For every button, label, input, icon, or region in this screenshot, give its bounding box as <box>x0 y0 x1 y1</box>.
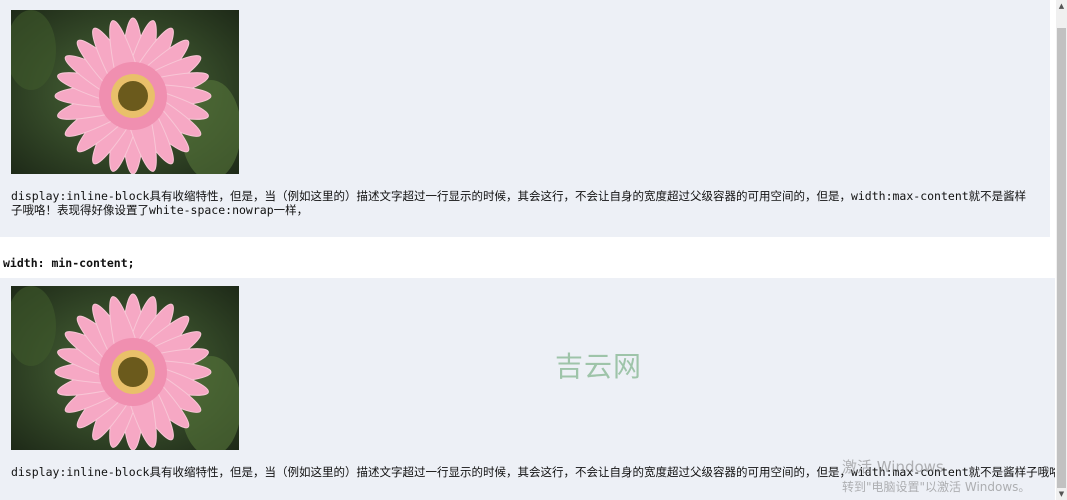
activation-title: 激活 Windows <box>842 458 944 476</box>
windows-activation-notice: 激活 Windows 转到"电脑设置"以激活 Windows。 <box>842 456 1030 495</box>
flower-image <box>11 10 239 174</box>
flower-illustration <box>11 286 239 450</box>
scroll-up-arrow-icon[interactable]: ▲ <box>1056 0 1067 12</box>
demo-box-max-content: display:inline-block具有收缩特性，但是，当（例如这里的）描述… <box>0 0 1050 237</box>
vertical-scrollbar[interactable]: ▲ ▼ <box>1056 0 1067 500</box>
activation-subtitle: 转到"电脑设置"以激活 Windows。 <box>842 480 1031 494</box>
flower-illustration <box>11 10 239 174</box>
scroll-down-arrow-icon[interactable]: ▼ <box>1056 488 1067 500</box>
scrollbar-thumb[interactable] <box>1057 28 1066 488</box>
site-watermark: 吉云网 <box>555 350 643 383</box>
description-text: display:inline-block具有收缩特性，但是，当（例如这里的）描述… <box>11 189 1027 217</box>
section-heading: width: min-content; <box>3 256 135 270</box>
flower-image <box>11 286 239 450</box>
